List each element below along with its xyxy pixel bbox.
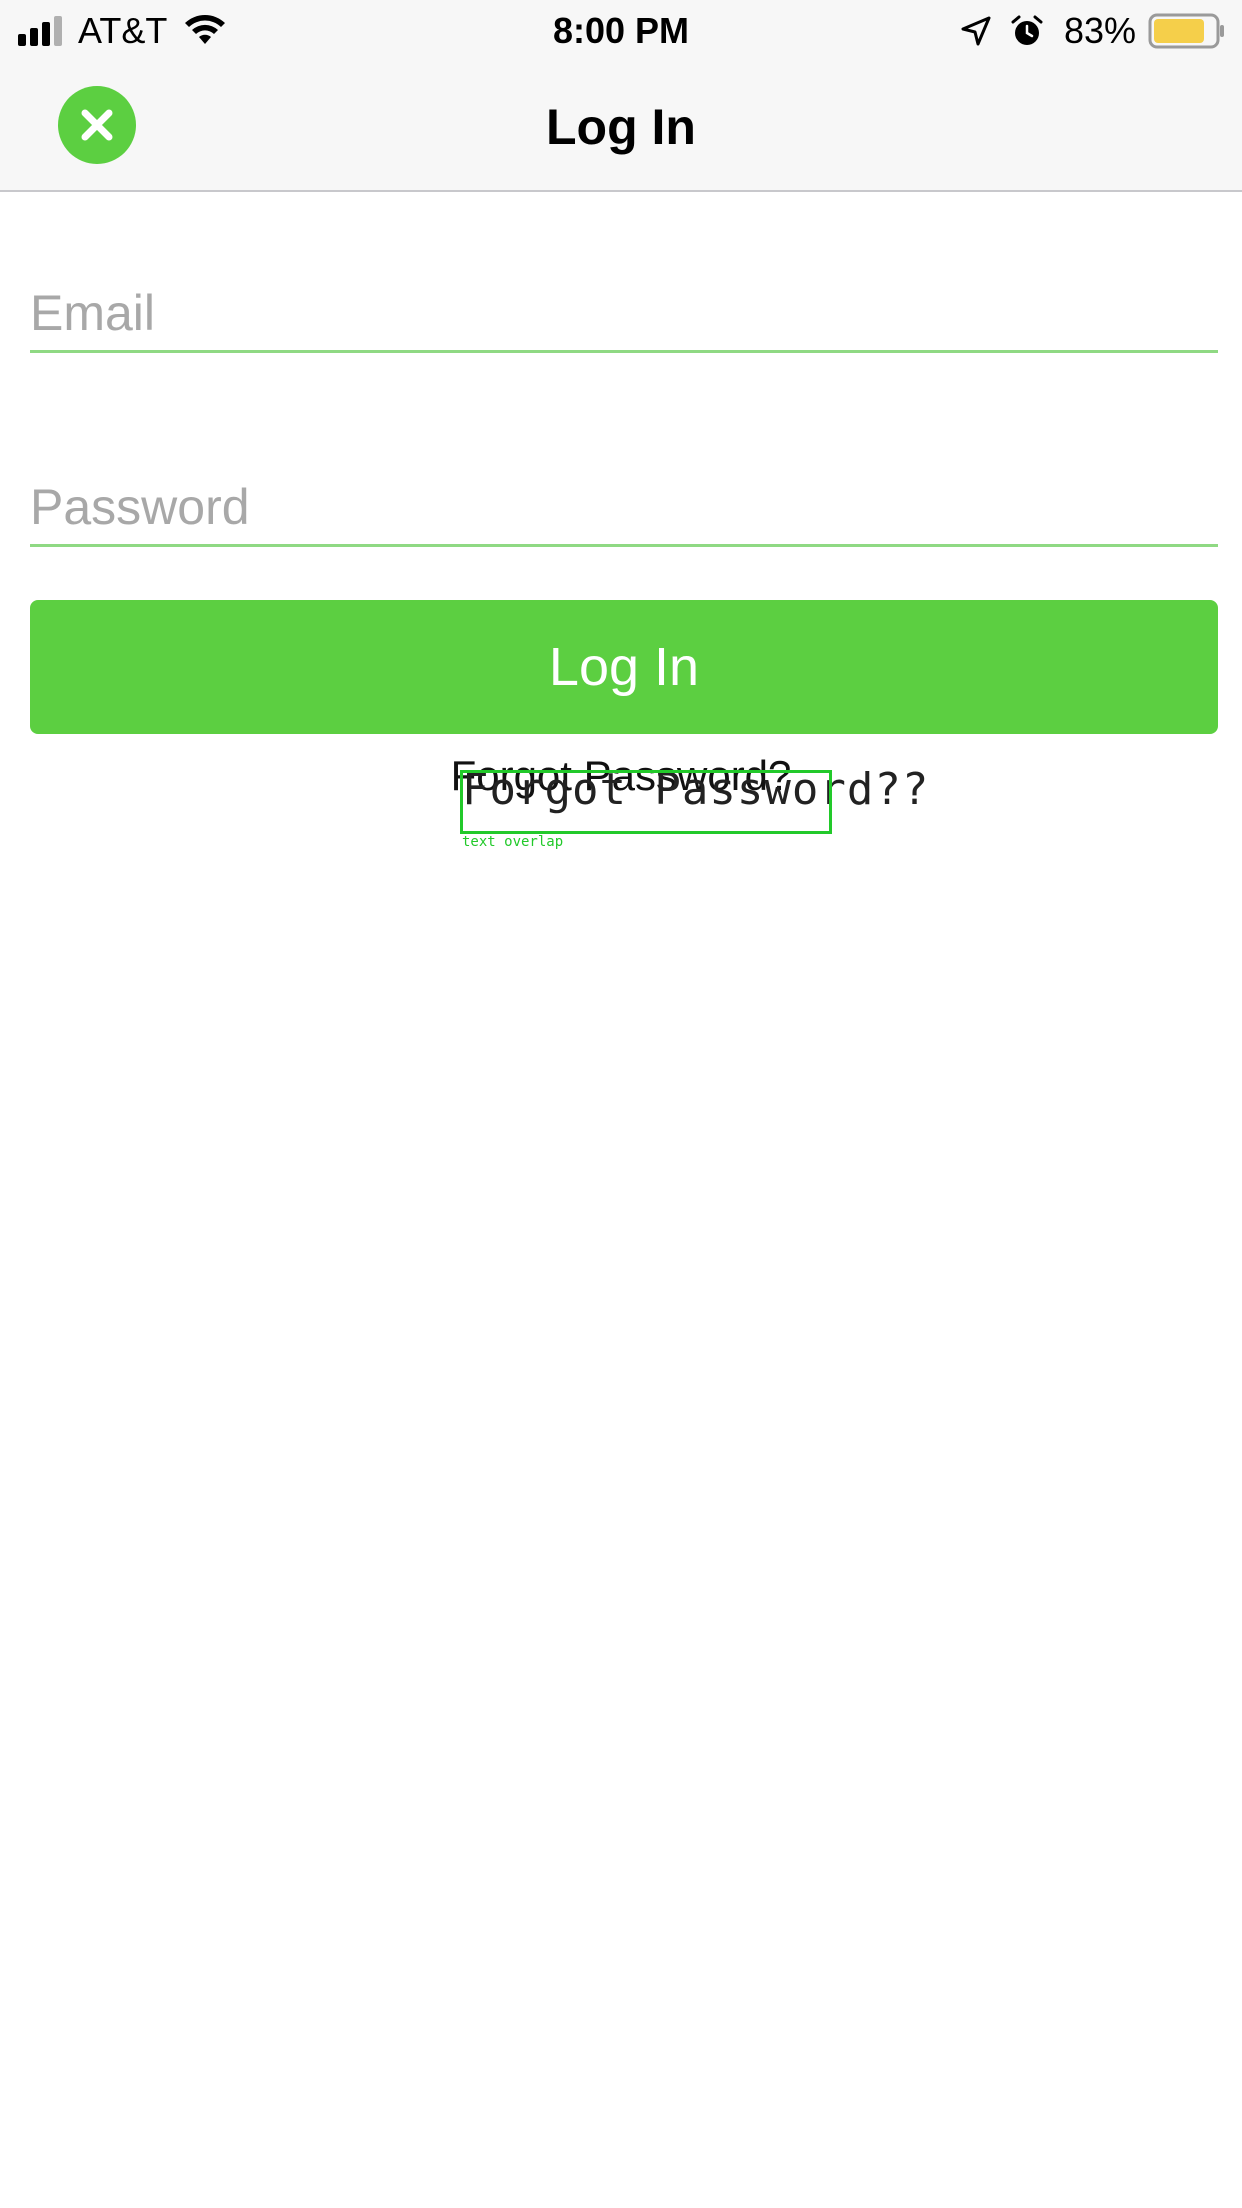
- battery-percent: 83%: [1063, 10, 1136, 51]
- password-input[interactable]: [30, 474, 1218, 540]
- status-right: 83%: [960, 10, 1226, 52]
- login-screen: AT&T 8:00 PM 83% Log In Email Log In For…: [0, 0, 1242, 2208]
- alarm-icon: [1011, 15, 1043, 45]
- battery-icon: [1148, 13, 1224, 49]
- page-title: Log In: [546, 99, 696, 155]
- email-field[interactable]: [30, 280, 1218, 353]
- status-bar: AT&T 8:00 PM 83%: [0, 0, 1242, 62]
- login-button[interactable]: Log In: [30, 600, 1218, 734]
- nav-bar: Log In: [0, 62, 1242, 192]
- location-arrow-icon: [961, 16, 991, 46]
- password-field[interactable]: [30, 474, 1218, 547]
- overlap-tag: text overlap: [462, 834, 564, 850]
- email-input[interactable]: [30, 280, 1218, 346]
- overlap-box: [460, 770, 832, 834]
